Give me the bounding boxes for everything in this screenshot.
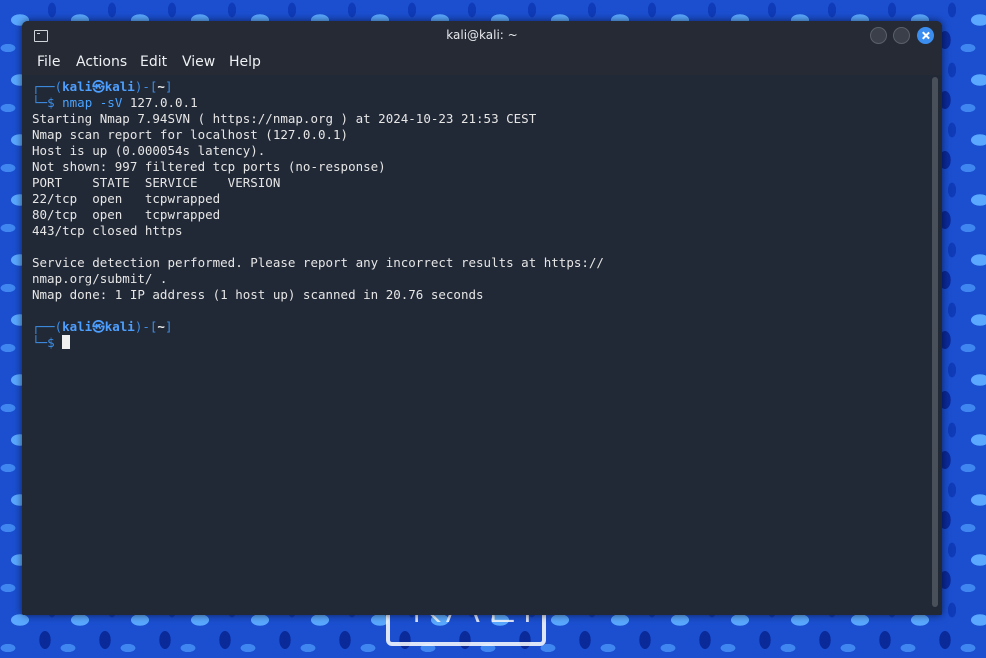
prompt-line-top: ┌──(kali㉿kali)-[~]	[32, 319, 172, 335]
menu-view[interactable]: View	[182, 54, 215, 70]
output-line: PORT STATE SERVICE VERSION	[32, 175, 281, 190]
prompt-bracket-close: ]	[164, 319, 173, 334]
menu-edit[interactable]: Edit	[140, 54, 167, 70]
window-title: kali@kali: ~	[446, 28, 518, 42]
prompt-dir: ~	[157, 79, 165, 94]
prompt-user: kali㉿kali	[62, 79, 135, 94]
output-line: Starting Nmap 7.94SVN ( https://nmap.org…	[32, 111, 537, 126]
maximize-button[interactable]	[893, 27, 910, 44]
prompt-box-bottom: └─	[32, 95, 48, 110]
output-line: Host is up (0.000054s latency).	[32, 143, 266, 158]
prompt-user: kali㉿kali	[62, 319, 135, 334]
prompt-box-top: ┌──(	[32, 319, 63, 334]
prompt-bracket-close: ]	[164, 79, 173, 94]
command-name: nmap	[62, 95, 93, 110]
output-line: Nmap done: 1 IP address (1 host up) scan…	[32, 287, 484, 302]
output-line: Service detection performed. Please repo…	[32, 255, 604, 270]
prompt-bracket: )-[	[134, 319, 158, 334]
output-line: Nmap scan report for localhost (127.0.0.…	[32, 127, 349, 142]
prompt-box-top: ┌──(	[32, 79, 63, 94]
menu-file[interactable]: File	[37, 54, 60, 70]
input-line[interactable]: └─$	[32, 335, 71, 351]
output-line: 22/tcp open tcpwrapped	[32, 191, 221, 206]
command-args: -sV	[99, 95, 123, 110]
menu-bar: File Actions Edit View Help	[22, 51, 942, 75]
minimize-button[interactable]	[870, 27, 887, 44]
prompt-bracket: )-[	[134, 79, 158, 94]
terminal-window: kali@kali: ~ File Actions Edit View Help…	[22, 21, 942, 615]
close-button[interactable]	[917, 27, 934, 44]
terminal-area[interactable]: ┌──(kali㉿kali)-[~] └─$ nmap -sV 127.0.0.…	[22, 75, 930, 615]
output-line: 443/tcp closed https	[32, 223, 183, 238]
title-bar[interactable]: kali@kali: ~	[22, 21, 942, 51]
scrollbar-thumb[interactable]	[932, 77, 938, 607]
prompt-line-top: ┌──(kali㉿kali)-[~]	[32, 79, 172, 95]
output-line: nmap.org/submit/ .	[32, 271, 168, 286]
prompt-box-bottom: └─	[32, 335, 48, 350]
command-target: 127.0.0.1	[129, 95, 198, 110]
command-line: └─$ nmap -sV 127.0.0.1	[32, 95, 198, 111]
prompt-dir: ~	[157, 319, 165, 334]
output-line: Not shown: 997 filtered tcp ports (no-re…	[32, 159, 386, 174]
text-cursor	[62, 335, 71, 349]
menu-help[interactable]: Help	[229, 54, 261, 70]
output-line: 80/tcp open tcpwrapped	[32, 207, 221, 222]
menu-actions[interactable]: Actions	[76, 54, 127, 70]
prompt-dollar: $	[47, 95, 55, 110]
prompt-dollar: $	[47, 335, 55, 350]
